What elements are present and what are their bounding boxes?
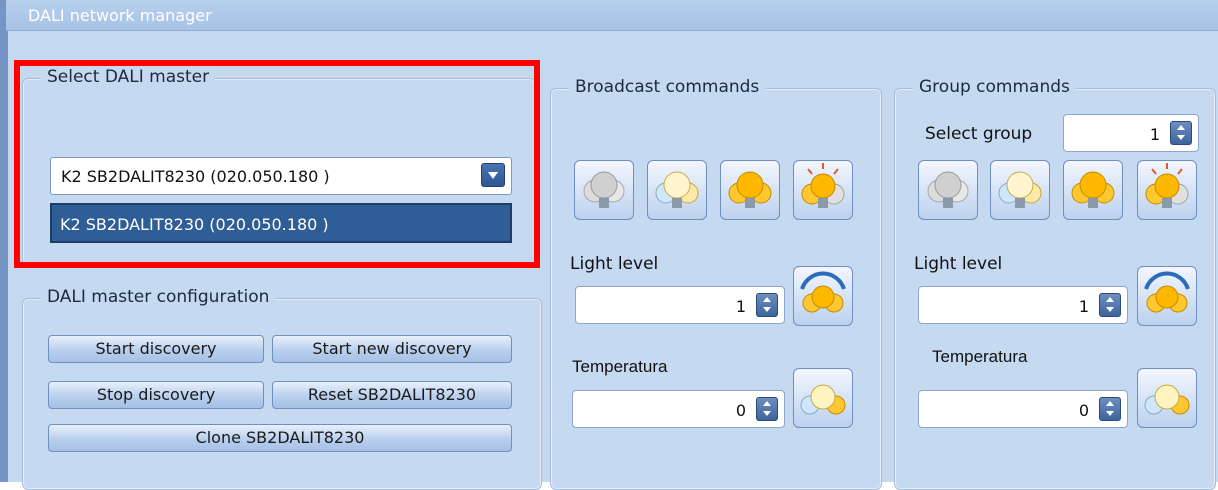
group-scene-button[interactable] (1137, 160, 1197, 220)
select-group-input[interactable]: 1 (1063, 114, 1199, 152)
bulbs-max-icon (728, 171, 772, 208)
group-light-level-value: 1 (1078, 297, 1089, 316)
master-select-value: K2 SB2DALIT8230 (020.050.180 ) (61, 167, 330, 186)
bulbs-off-icon (583, 171, 625, 208)
temperature-apply-icon (1144, 384, 1190, 415)
stepper-icon[interactable] (1170, 121, 1192, 145)
window-title: DALI network manager (28, 6, 212, 25)
reset-button[interactable]: Reset SB2DALIT8230 (272, 381, 512, 409)
broadcast-light-level-input[interactable]: 1 (575, 286, 785, 324)
stepper-icon[interactable] (1099, 293, 1121, 317)
master-select[interactable]: K2 SB2DALIT8230 (020.050.180 ) (50, 157, 512, 195)
light-level-apply-icon (800, 271, 846, 313)
group-on-button[interactable] (990, 160, 1050, 220)
group-temperature-value: 0 (1078, 401, 1089, 420)
broadcast-max-button[interactable] (720, 160, 780, 220)
select-master-label: Select DALI master (41, 67, 216, 87)
broadcast-temperature-input[interactable]: 0 (572, 390, 785, 428)
stepper-icon[interactable] (756, 397, 778, 421)
bulbs-off-icon (927, 171, 969, 208)
chevron-down-icon[interactable] (481, 163, 505, 187)
broadcast-off-button[interactable] (574, 160, 634, 220)
select-group-label: Select group (925, 124, 1033, 144)
master-option-label: K2 SB2DALIT8230 (020.050.180 ) (60, 215, 329, 234)
temperature-apply-icon (800, 384, 846, 415)
group-temperature-apply-button[interactable] (1137, 368, 1197, 428)
light-level-apply-icon (1144, 271, 1190, 313)
group-max-button[interactable] (1063, 160, 1123, 220)
group-commands-label: Group commands (913, 77, 1076, 97)
master-config-label: DALI master configuration (41, 287, 276, 307)
dali-network-manager-window: DALI network manager Select DALI master … (0, 0, 1218, 490)
broadcast-scene-button[interactable] (793, 160, 853, 220)
group-light-level-label: Light level (914, 254, 1003, 274)
group-light-level-apply-button[interactable] (1137, 266, 1197, 326)
master-option[interactable]: K2 SB2DALIT8230 (020.050.180 ) (50, 203, 512, 243)
select-group-value: 1 (1149, 125, 1160, 144)
start-new-discovery-button[interactable]: Start new discovery (272, 335, 512, 363)
stepper-icon[interactable] (756, 293, 778, 317)
bulbs-on-icon (998, 171, 1042, 208)
group-temperature-input[interactable]: 0 (918, 390, 1128, 428)
broadcast-label: Broadcast commands (569, 77, 766, 97)
broadcast-temperature-value: 0 (735, 401, 746, 420)
broadcast-light-level-apply-button[interactable] (793, 266, 853, 326)
title-bar: DALI network manager (6, 0, 1218, 31)
window-left-border (0, 0, 8, 482)
broadcast-light-level-value: 1 (735, 297, 746, 316)
broadcast-on-button[interactable] (647, 160, 707, 220)
group-off-button[interactable] (918, 160, 978, 220)
broadcast-temperature-apply-button[interactable] (793, 368, 853, 428)
broadcast-light-level-label: Light level (570, 254, 659, 274)
group-light-level-input[interactable]: 1 (918, 286, 1128, 324)
clone-button[interactable]: Clone SB2DALIT8230 (48, 424, 512, 452)
bulbs-on-icon (655, 171, 699, 208)
stepper-icon[interactable] (1099, 397, 1121, 421)
broadcast-temperature-label: Temperatura (572, 357, 668, 376)
bulbs-max-icon (1071, 171, 1115, 208)
bulbs-scene-icon (1145, 163, 1189, 208)
stop-discovery-button[interactable]: Stop discovery (48, 381, 264, 409)
bulbs-scene-icon (801, 163, 845, 208)
group-temperature-label: Temperatura (932, 347, 1028, 366)
start-discovery-button[interactable]: Start discovery (48, 335, 264, 363)
